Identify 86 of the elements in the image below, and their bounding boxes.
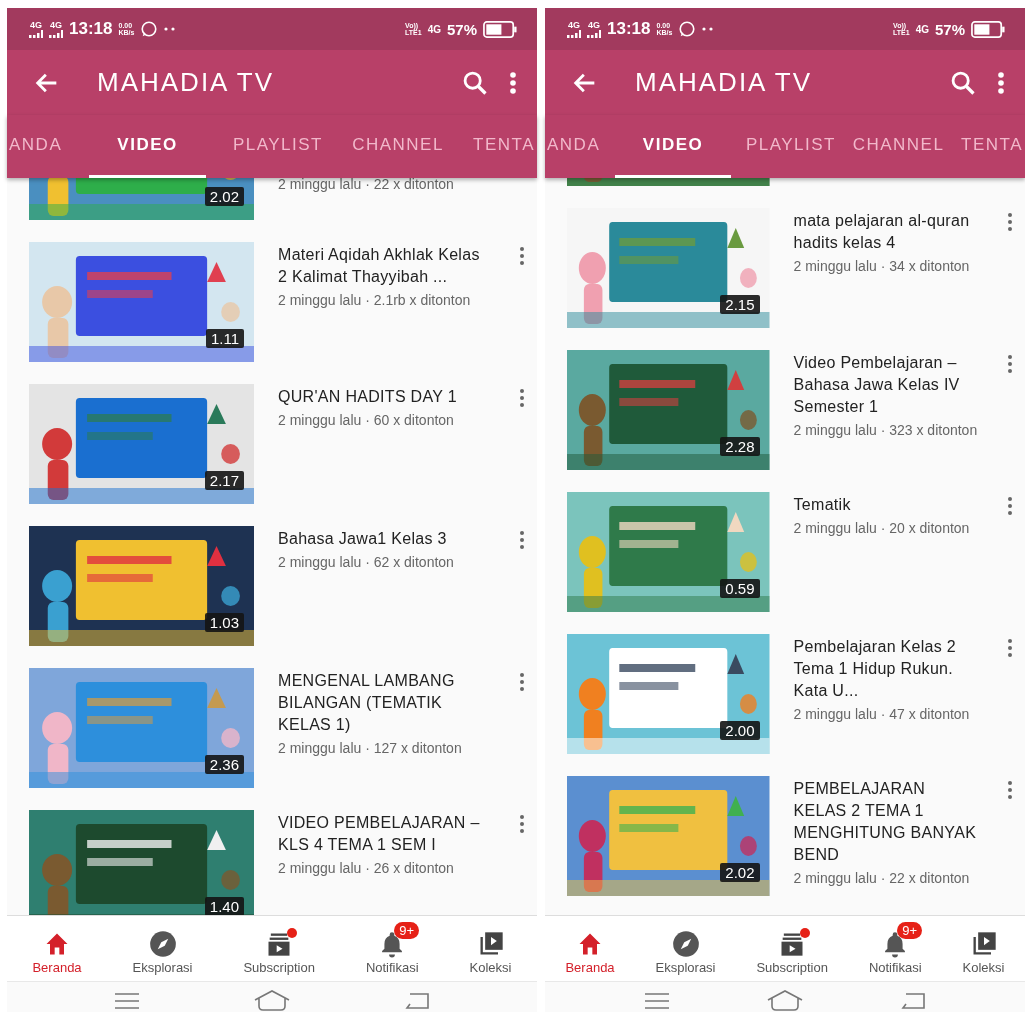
nav-item[interactable]: Eksplorasi — [116, 920, 209, 977]
nav-item[interactable]: Beranda — [549, 920, 631, 977]
more-icon — [1007, 354, 1013, 374]
nav-item[interactable]: Koleksi — [453, 920, 528, 977]
signal-icon — [29, 29, 43, 38]
notification-count: 9+ — [394, 922, 420, 939]
video-meta: 2 minggu lalu · 2.1rb x ditonton — [278, 292, 472, 308]
more-icon — [509, 69, 517, 96]
back-icon[interactable] — [404, 992, 430, 1010]
video-duration: 2.36 — [204, 755, 244, 774]
video-title[interactable]: Pembelajaran Kelas 2 Tema 1 Hidup Rukun. Kata U... — [793, 636, 979, 702]
video-title[interactable]: Video Pembelajaran –Bahasa Jawa Kelas IV Semester 1 — [793, 352, 979, 418]
more-icon — [519, 530, 525, 550]
video-title[interactable]: Materi Aqidah Akhlak Kelas 2 Kalimat Thayyibah ... — [278, 244, 491, 288]
nav-item[interactable]: 9+ Notifikasi — [852, 920, 938, 977]
video-meta: 2 minggu lalu · 26 x ditonton — [278, 860, 455, 876]
more-icon — [997, 69, 1005, 96]
video-title[interactable]: MENGENAL LAMBANG BILANGAN (TEMATIK KELAS 1) — [278, 670, 491, 736]
back-icon[interactable] — [900, 992, 927, 1010]
clock: 13:18 — [69, 19, 113, 39]
more-icon — [519, 672, 525, 692]
compass-icon — [148, 930, 177, 958]
more-icon — [1007, 212, 1013, 232]
video-meta: 2 minggu lalu · 47 x ditonton — [793, 706, 971, 722]
nav-item[interactable]: Eksplorasi — [639, 920, 732, 977]
video-title[interactable]: Bahasa Jawa1 Kelas 3 — [278, 528, 491, 550]
network-label: 4G — [30, 20, 42, 30]
notification-count: 9+ — [897, 922, 923, 939]
nav-item[interactable]: Beranda — [16, 920, 98, 977]
battery-icon — [971, 20, 1005, 38]
more-icon — [1007, 780, 1013, 800]
video-duration: 2.02 — [204, 187, 244, 206]
battery-percent: 57% — [934, 20, 965, 38]
more-icon — [519, 388, 525, 408]
video-meta: 2 minggu lalu · 60 x ditonton — [278, 412, 455, 428]
video-duration: 2.17 — [204, 471, 244, 490]
more-notifications-icon — [702, 27, 715, 31]
video-duration: 1.40 — [204, 897, 244, 915]
video-duration: 1.11 — [205, 329, 244, 348]
video-title[interactable]: VIDEO PEMBELAJARAN – KLS 4 TEMA 1 SEM I — [278, 812, 491, 856]
nav-item[interactable]: Subscription — [227, 920, 331, 977]
network-label: 4G — [568, 20, 580, 30]
video-meta: 2 minggu lalu · 22 x ditonton — [278, 178, 455, 192]
chat-icon — [678, 20, 697, 38]
network-label: 4G — [915, 23, 929, 35]
video-meta: 2 minggu lalu · 127 x ditonton — [278, 740, 463, 756]
signal-icon — [49, 29, 63, 38]
menu-icon[interactable] — [643, 992, 670, 1010]
video-meta: 2 minggu lalu · 34 x ditonton — [793, 258, 971, 274]
video-title[interactable]: QUR'AN HADITS DAY 1 — [278, 386, 491, 408]
more-icon — [1007, 638, 1013, 658]
more-icon — [519, 246, 525, 266]
home-outline-icon[interactable] — [254, 990, 290, 1012]
network-label: 4G — [588, 20, 600, 30]
video-meta: 2 minggu lalu · 20 x ditonton — [793, 520, 971, 536]
video-duration: 1.03 — [204, 613, 244, 632]
battery-icon — [483, 20, 517, 38]
more-icon — [1007, 496, 1013, 516]
video-title[interactable]: mata pelajaran al-quran hadits kelas 4 — [793, 210, 979, 254]
video-duration: 2.00 — [720, 721, 760, 740]
video-duration: 0.59 — [720, 579, 760, 598]
channel-title: MAHADIA TV — [97, 67, 274, 98]
video-title[interactable]: Tematik — [793, 494, 979, 516]
home-outline-icon[interactable] — [767, 990, 803, 1012]
video-meta: 2 minggu lalu · 62 x ditonton — [278, 554, 455, 570]
more-icon — [519, 814, 525, 834]
menu-icon[interactable] — [114, 992, 140, 1010]
battery-percent: 57% — [446, 20, 477, 38]
channel-title: MAHADIA TV — [635, 67, 812, 98]
compass-icon — [671, 930, 700, 958]
video-duration: 2.02 — [720, 863, 760, 882]
nav-item[interactable]: 9+ Notifikasi — [349, 920, 435, 977]
network-label: 4G — [50, 20, 62, 30]
signal-icon — [567, 29, 581, 38]
video-meta: 2 minggu lalu · 323 x ditonton — [793, 422, 979, 438]
video-title[interactable]: PEMBELAJARAN KELAS 2 TEMA 1 MENGHITUNG BANYAK BEND — [793, 778, 979, 866]
nav-item[interactable]: Subscription — [740, 920, 844, 977]
chat-icon — [140, 20, 159, 38]
network-label: 4G — [427, 23, 441, 35]
nav-item[interactable]: Koleksi — [946, 920, 1021, 977]
video-duration: 2.15 — [720, 295, 760, 314]
more-notifications-icon — [164, 27, 177, 31]
signal-icon — [587, 29, 601, 38]
video-duration: 2.28 — [720, 437, 760, 456]
clock: 13:18 — [607, 19, 651, 39]
video-meta: 2 minggu lalu · 22 x ditonton — [793, 870, 971, 886]
